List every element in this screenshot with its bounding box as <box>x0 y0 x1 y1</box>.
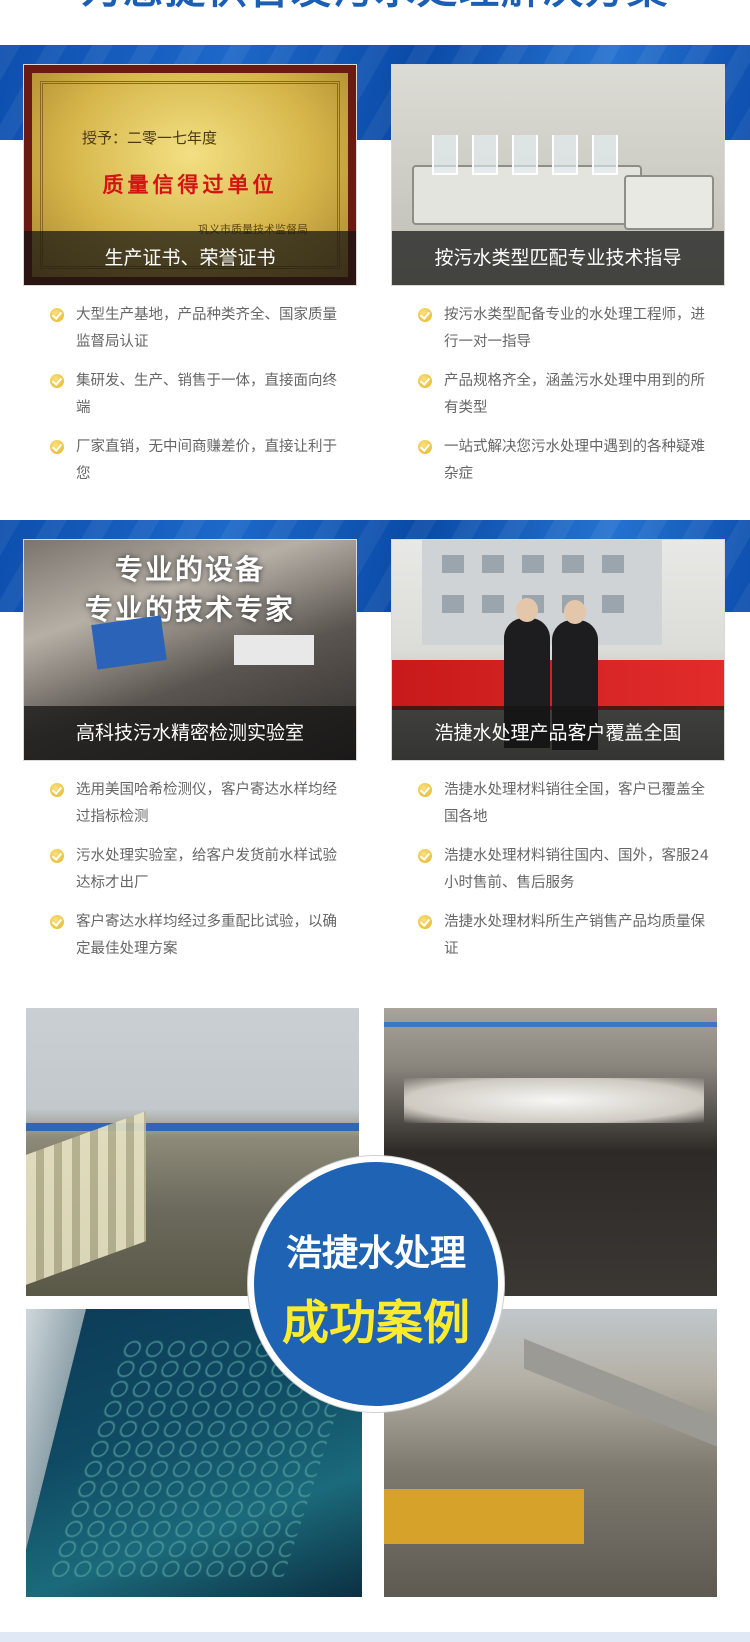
beaker-icon <box>552 135 578 175</box>
list-item: 按污水类型配备专业的水处理工程师，进行一对一指导 <box>416 302 716 356</box>
blue-railing <box>26 1123 359 1131</box>
check-icon <box>418 440 432 454</box>
list-item-text: 产品规格齐全，涵盖污水处理中用到的所有类型 <box>444 373 705 416</box>
beaker-icon <box>512 135 538 175</box>
list-item: 选用美国哈希检测仪，客户寄达水样均经过指标检测 <box>48 777 348 831</box>
list-item: 一站式解决您污水处理中遇到的各种疑难杂症 <box>416 434 716 488</box>
check-icon <box>50 308 64 322</box>
technical-guidance-card[interactable]: 按污水类型匹配专业技术指导 <box>391 64 725 286</box>
check-icon <box>418 374 432 388</box>
section-divider <box>0 1632 750 1642</box>
window <box>562 555 584 573</box>
check-icon <box>418 849 432 863</box>
card-caption: 按污水类型匹配专业技术指导 <box>392 231 724 285</box>
list-item: 产品规格齐全，涵盖污水处理中用到的所有类型 <box>416 368 716 422</box>
list-item: 浩捷水处理材料销往全国，客户已覆盖全国各地 <box>416 777 716 831</box>
foam-surface <box>404 1078 704 1123</box>
check-icon <box>50 915 64 929</box>
window <box>602 595 624 613</box>
image-overlay-text: 专业的设备 <box>114 553 265 586</box>
list-item: 客户寄达水样均经过多重配比试验，以确定最佳处理方案 <box>48 909 348 963</box>
badge-subtitle: 成功案例 <box>282 1296 470 1351</box>
list-item-text: 客户寄达水样均经过多重配比试验，以确定最佳处理方案 <box>76 914 337 957</box>
beaker-icon <box>472 135 498 175</box>
card-caption: 生产证书、荣誉证书 <box>24 231 356 285</box>
list-item: 集研发、生产、销售于一体，直接面向终端 <box>48 368 348 422</box>
window <box>482 595 504 613</box>
list-item-text: 按污水类型配备专业的水处理工程师，进行一对一指导 <box>444 307 705 350</box>
list-item-text: 一站式解决您污水处理中遇到的各种疑难杂症 <box>444 439 705 482</box>
aeration-pipes <box>26 1111 146 1285</box>
tank-walkway <box>524 1338 717 1450</box>
list-item: 浩捷水处理材料所生产销售产品均质量保证 <box>416 909 716 963</box>
list-item-text: 选用美国哈希检测仪，客户寄达水样均经过指标检测 <box>76 782 337 825</box>
list-item: 浩捷水处理材料销往国内、国外，客服24小时售前、售后服务 <box>416 843 716 897</box>
list-item-text: 集研发、生产、销售于一体，直接面向终端 <box>76 373 337 416</box>
list-item-text: 污水处理实验室，给客户发货前水样试验达标才出厂 <box>76 848 337 891</box>
list-item-text: 大型生产基地，产品种类齐全、国家质量监督局认证 <box>76 307 337 350</box>
list-item-text: 浩捷水处理材料销往国内、国外，客服24小时售前、售后服务 <box>444 848 709 891</box>
list-item: 厂家直销，无中间商赚差价，直接让利于您 <box>48 434 348 488</box>
check-icon <box>418 783 432 797</box>
window <box>442 595 464 613</box>
blue-railing <box>384 1022 717 1027</box>
window <box>522 555 544 573</box>
certificate-line-title: 质量信得过单位 <box>102 172 278 197</box>
feature-list: 大型生产基地，产品种类齐全、国家质量监督局认证 集研发、生产、销售于一体，直接面… <box>48 302 348 500</box>
instrument-box <box>234 635 314 665</box>
window <box>482 555 504 573</box>
list-item: 大型生产基地，产品种类齐全、国家质量监督局认证 <box>48 302 348 356</box>
check-icon <box>50 783 64 797</box>
card-caption: 高科技污水精密检测实验室 <box>24 706 356 760</box>
testing-lab-card[interactable]: 专业的设备 专业的技术专家 高科技污水精密检测实验室 <box>23 539 357 761</box>
certificate-line-award: 授予：二零一七年度 <box>82 129 218 147</box>
badge-title: 浩捷水处理 <box>285 1233 466 1274</box>
window <box>602 555 624 573</box>
list-item: 污水处理实验室，给客户发货前水样试验达标才出厂 <box>48 843 348 897</box>
person-head <box>516 598 538 622</box>
card-caption: 浩捷水处理产品客户覆盖全国 <box>392 706 724 760</box>
customer-coverage-card[interactable]: 浩捷水处理产品客户覆盖全国 <box>391 539 725 761</box>
instrument-case <box>91 615 167 670</box>
certificate-card[interactable]: 授予：二零一七年度 质量信得过单位 巩义市质量技术监督局 生产证书、荣誉证书 <box>23 64 357 286</box>
beaker-icon <box>432 135 458 175</box>
list-item-text: 厂家直销，无中间商赚差价，直接让利于您 <box>76 439 337 482</box>
section-heading: 为您提供告发污水处理解决方案 <box>0 0 750 10</box>
feature-list: 按污水类型配备专业的水处理工程师，进行一对一指导 产品规格齐全，涵盖污水处理中用… <box>416 302 716 500</box>
image-overlay-text: 专业的技术专家 <box>84 593 295 626</box>
check-icon <box>50 374 64 388</box>
check-icon <box>50 440 64 454</box>
feature-list: 浩捷水处理材料销往全国，客户已覆盖全国各地 浩捷水处理材料销往国内、国外，客服2… <box>416 777 716 975</box>
check-icon <box>50 849 64 863</box>
stirrer-bench <box>624 175 714 230</box>
window <box>442 555 464 573</box>
beaker-icon <box>592 135 618 175</box>
person-head <box>564 600 586 624</box>
yellow-water <box>384 1489 584 1544</box>
check-icon <box>418 915 432 929</box>
list-item-text: 浩捷水处理材料销往全国，客户已覆盖全国各地 <box>444 782 705 825</box>
success-cases-badge: 浩捷水处理 成功案例 <box>248 1156 504 1412</box>
list-item-text: 浩捷水处理材料所生产销售产品均质量保证 <box>444 914 705 957</box>
check-icon <box>418 308 432 322</box>
feature-list: 选用美国哈希检测仪，客户寄达水样均经过指标检测 污水处理实验室，给客户发货前水样… <box>48 777 348 975</box>
